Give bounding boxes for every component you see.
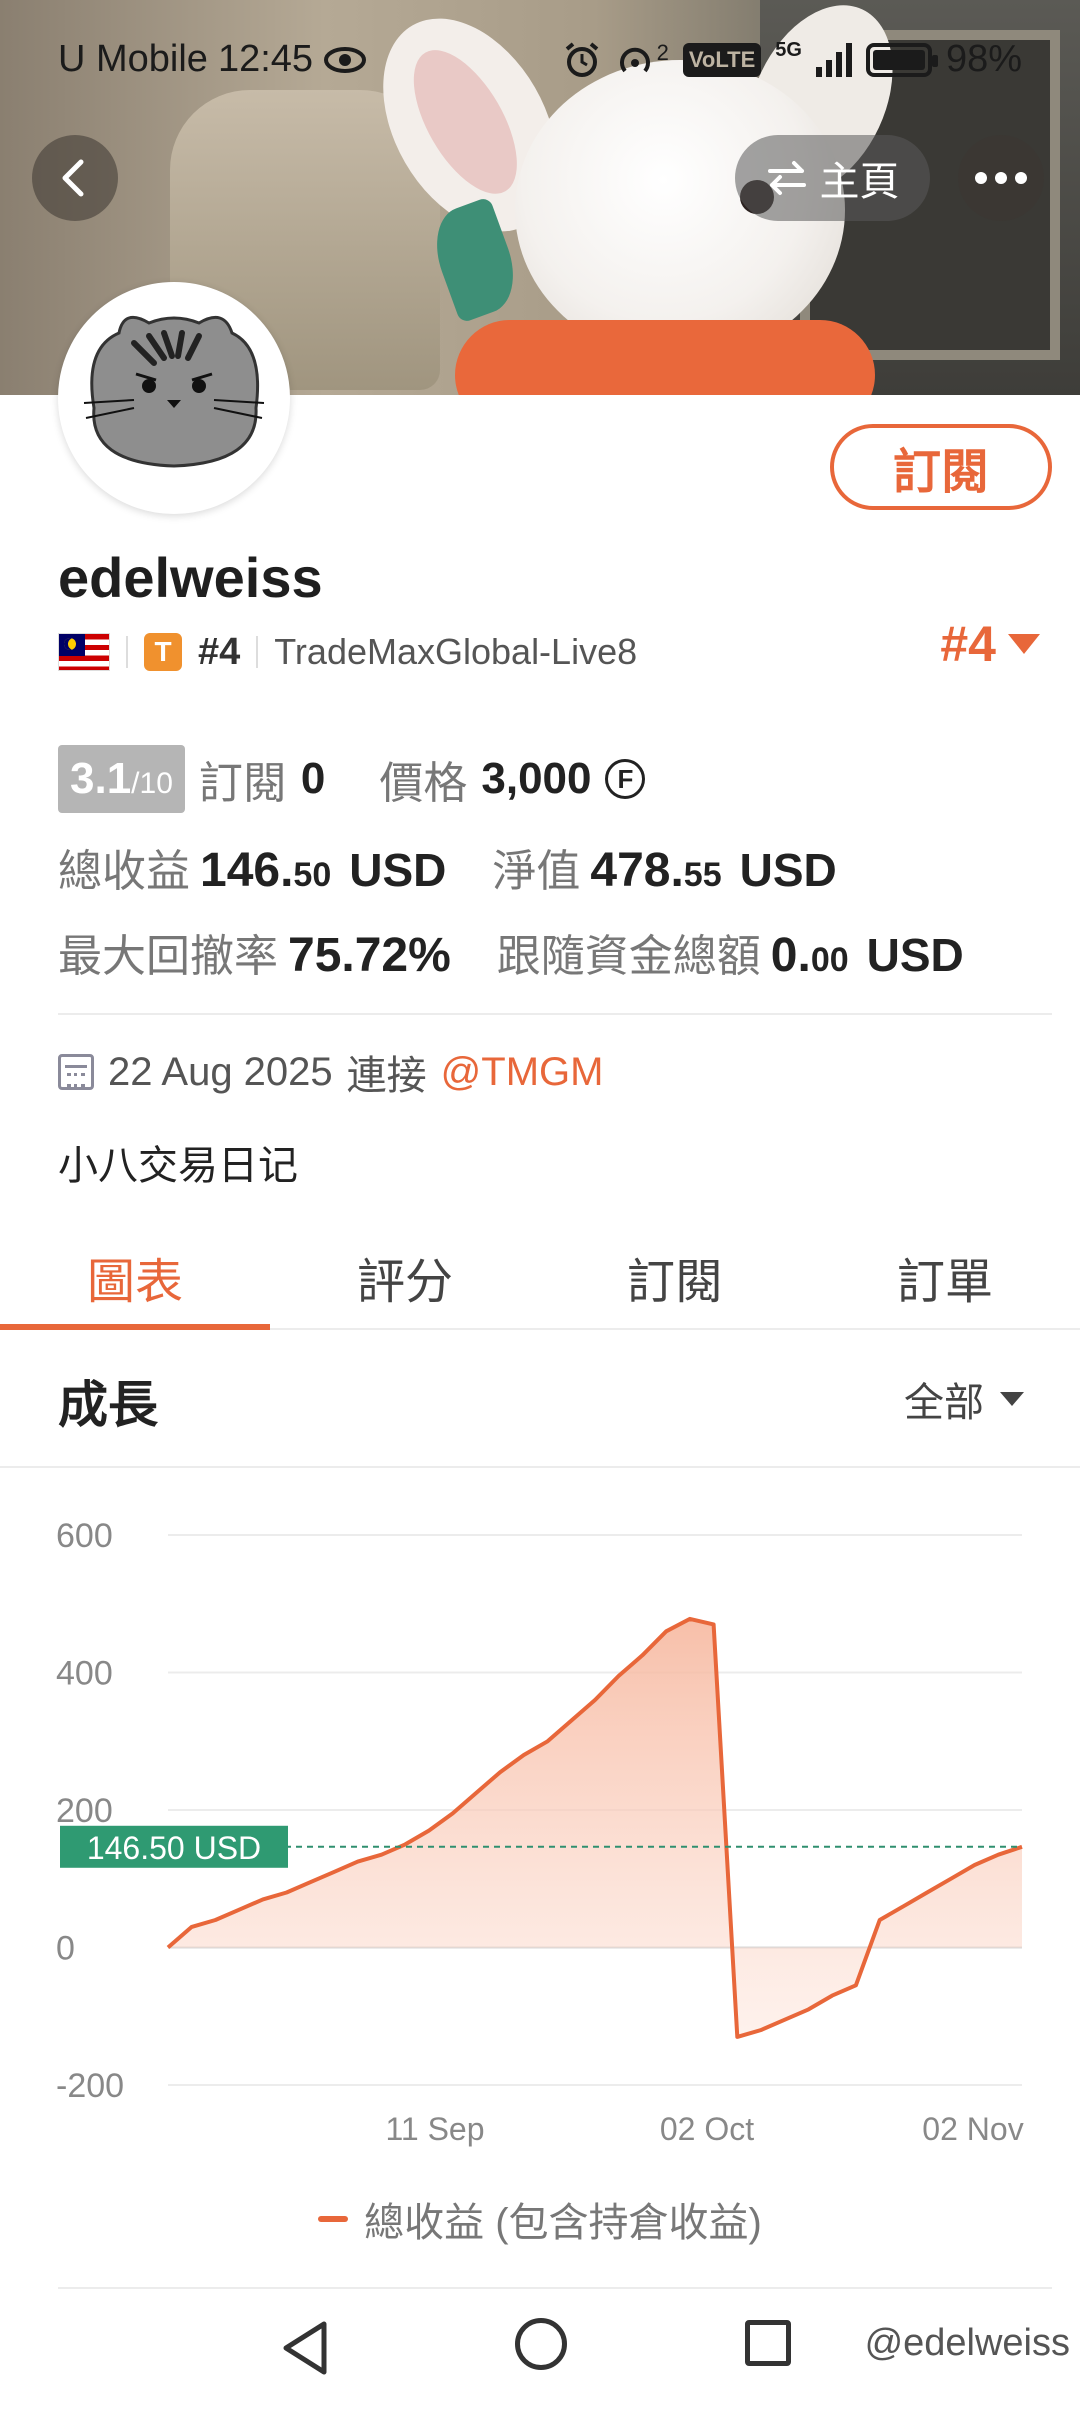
home-label: 主頁 [819,160,900,204]
x-tick-label: 02 Oct [660,2111,754,2147]
swap-icon [767,161,806,195]
x-tick-label: 11 Sep [385,2111,484,2147]
rank-small: #4 [198,630,241,673]
nav-back-icon[interactable] [280,2320,330,2376]
carrier-name: U Mobile [58,38,208,80]
legend-label: 總收益 (包含持倉收益) [364,2201,762,2245]
total-profit-unit: USD [349,844,447,896]
connection-row: 22 Aug 2025 連接 @TMGM [58,1043,603,1101]
caret-down-icon [1000,1392,1024,1406]
subscribe-button[interactable]: 訂閱 [830,424,1052,510]
connection-date: 22 Aug 2025 [108,1049,333,1094]
divider [256,636,259,668]
y-tick-label: 200 [56,1792,113,1830]
hotspot-icon [619,47,650,72]
nav-home-icon[interactable] [515,2318,567,2370]
follow-funds-unit: USD [866,929,964,981]
rank-dropdown[interactable]: #4 [940,615,1040,673]
home-switch-button[interactable]: 主頁 [735,135,930,221]
watermark: @edelweiss [864,2322,1070,2364]
broker-link[interactable]: @TMGM [441,1050,604,1095]
rank-large: #4 [940,616,996,672]
stats-row-2: 總收益 146. 50 USD 淨值 478. 55 USD [58,835,837,899]
drawdown-value: 75.72% [288,929,451,982]
y-tick-label: 400 [56,1655,113,1693]
score-value: 3.1 [70,754,132,803]
nav-recents-icon[interactable] [745,2320,791,2366]
trader-badge-icon: T [144,633,182,671]
username: edelweiss [58,546,323,609]
follow-funds-int: 0. [770,929,811,982]
status-bar: U Mobile 12:45 2 VoLTE 5G 98% [0,0,1080,120]
calendar-icon [58,1054,94,1090]
tab-rating[interactable]: 評分 [270,1225,540,1328]
eye-icon [324,46,367,73]
profile-bio: 小八交易日记 [58,1144,298,1188]
period-filter-dropdown[interactable]: 全部 [904,1370,1024,1428]
equity-dec: 55 [683,856,722,894]
tab-bar: 圖表 評分 訂閱 訂單 [0,1225,1080,1330]
avatar[interactable] [58,282,290,514]
cat-avatar-icon [83,315,265,468]
chart-legend: 總收益 (包含持倉收益) [0,2190,1080,2248]
y-tick-label: 600 [56,1517,113,1555]
tab-subscription[interactable]: 訂閱 [540,1225,810,1328]
dot-icon [995,172,1007,184]
stats-row-3: 最大回撤率 75.72% 跟隨資金總額 0. 00 USD [58,920,964,984]
divider [126,636,128,668]
section-title: 成長 [58,1377,158,1433]
y-tick-label: -200 [56,2067,124,2105]
divider [58,1013,1052,1015]
tab-chart[interactable]: 圖表 [0,1225,270,1330]
follow-funds-dec: 00 [810,941,849,979]
drawdown-label: 最大回撤率 [58,932,278,981]
profile-meta-row: T #4 TradeMaxGlobal-Live8 [58,622,637,682]
server-name: TradeMaxGlobal-Live8 [274,631,638,672]
network-type: 5G [775,39,802,61]
total-profit-int: 146. [200,844,294,897]
caret-down-icon [1008,634,1040,654]
more-options-button[interactable] [958,135,1044,221]
signal-superscript: 2 [656,39,669,65]
current-value-label: 146.50 USD [87,1830,261,1866]
connection-label: 連接 [346,1054,427,1098]
period-filter-label: 全部 [904,1381,984,1425]
tab-orders[interactable]: 訂單 [810,1225,1080,1328]
divider [58,2287,1052,2289]
score-max: /10 [131,767,173,800]
clock: 12:45 [217,38,314,80]
equity-int: 478. [590,844,684,897]
stats-row-1: 3.1 /10 訂閱 0 價格 3,000 F [58,745,646,813]
divider [0,1466,1080,1468]
volte-icon: VoLTE [682,42,762,77]
equity-unit: USD [739,844,837,896]
total-profit-dec: 50 [293,856,332,894]
subscribers-label: 訂閱 [198,759,287,808]
battery-icon [865,42,938,77]
price-value: 3,000 [481,754,592,803]
dot-icon [975,172,987,184]
series-area [168,1618,1022,2037]
coin-icon: F [605,759,646,799]
alarm-icon [565,41,598,77]
follow-funds-label: 跟隨資金總額 [496,932,761,981]
equity-label: 淨值 [492,847,581,896]
price-label: 價格 [379,759,468,808]
malaysia-flag-icon [58,633,110,671]
total-profit-label: 總收益 [58,847,190,896]
subscribers-value: 0 [300,754,326,803]
signal-icon [815,42,852,77]
x-tick-label: 02 Nov [922,2111,1023,2147]
battery-percent: 98% [945,38,1022,80]
legend-swatch [318,2216,349,2222]
y-tick-label: 0 [56,1930,75,1968]
score-badge: 3.1 /10 [58,745,185,813]
chevron-left-icon [62,159,84,197]
back-button[interactable] [32,135,118,221]
growth-chart[interactable]: 600 400 200 0 -200 146.50 USD 11 Sep 02 Oct 02… [0,1500,1080,2180]
dot-icon [1015,172,1027,184]
